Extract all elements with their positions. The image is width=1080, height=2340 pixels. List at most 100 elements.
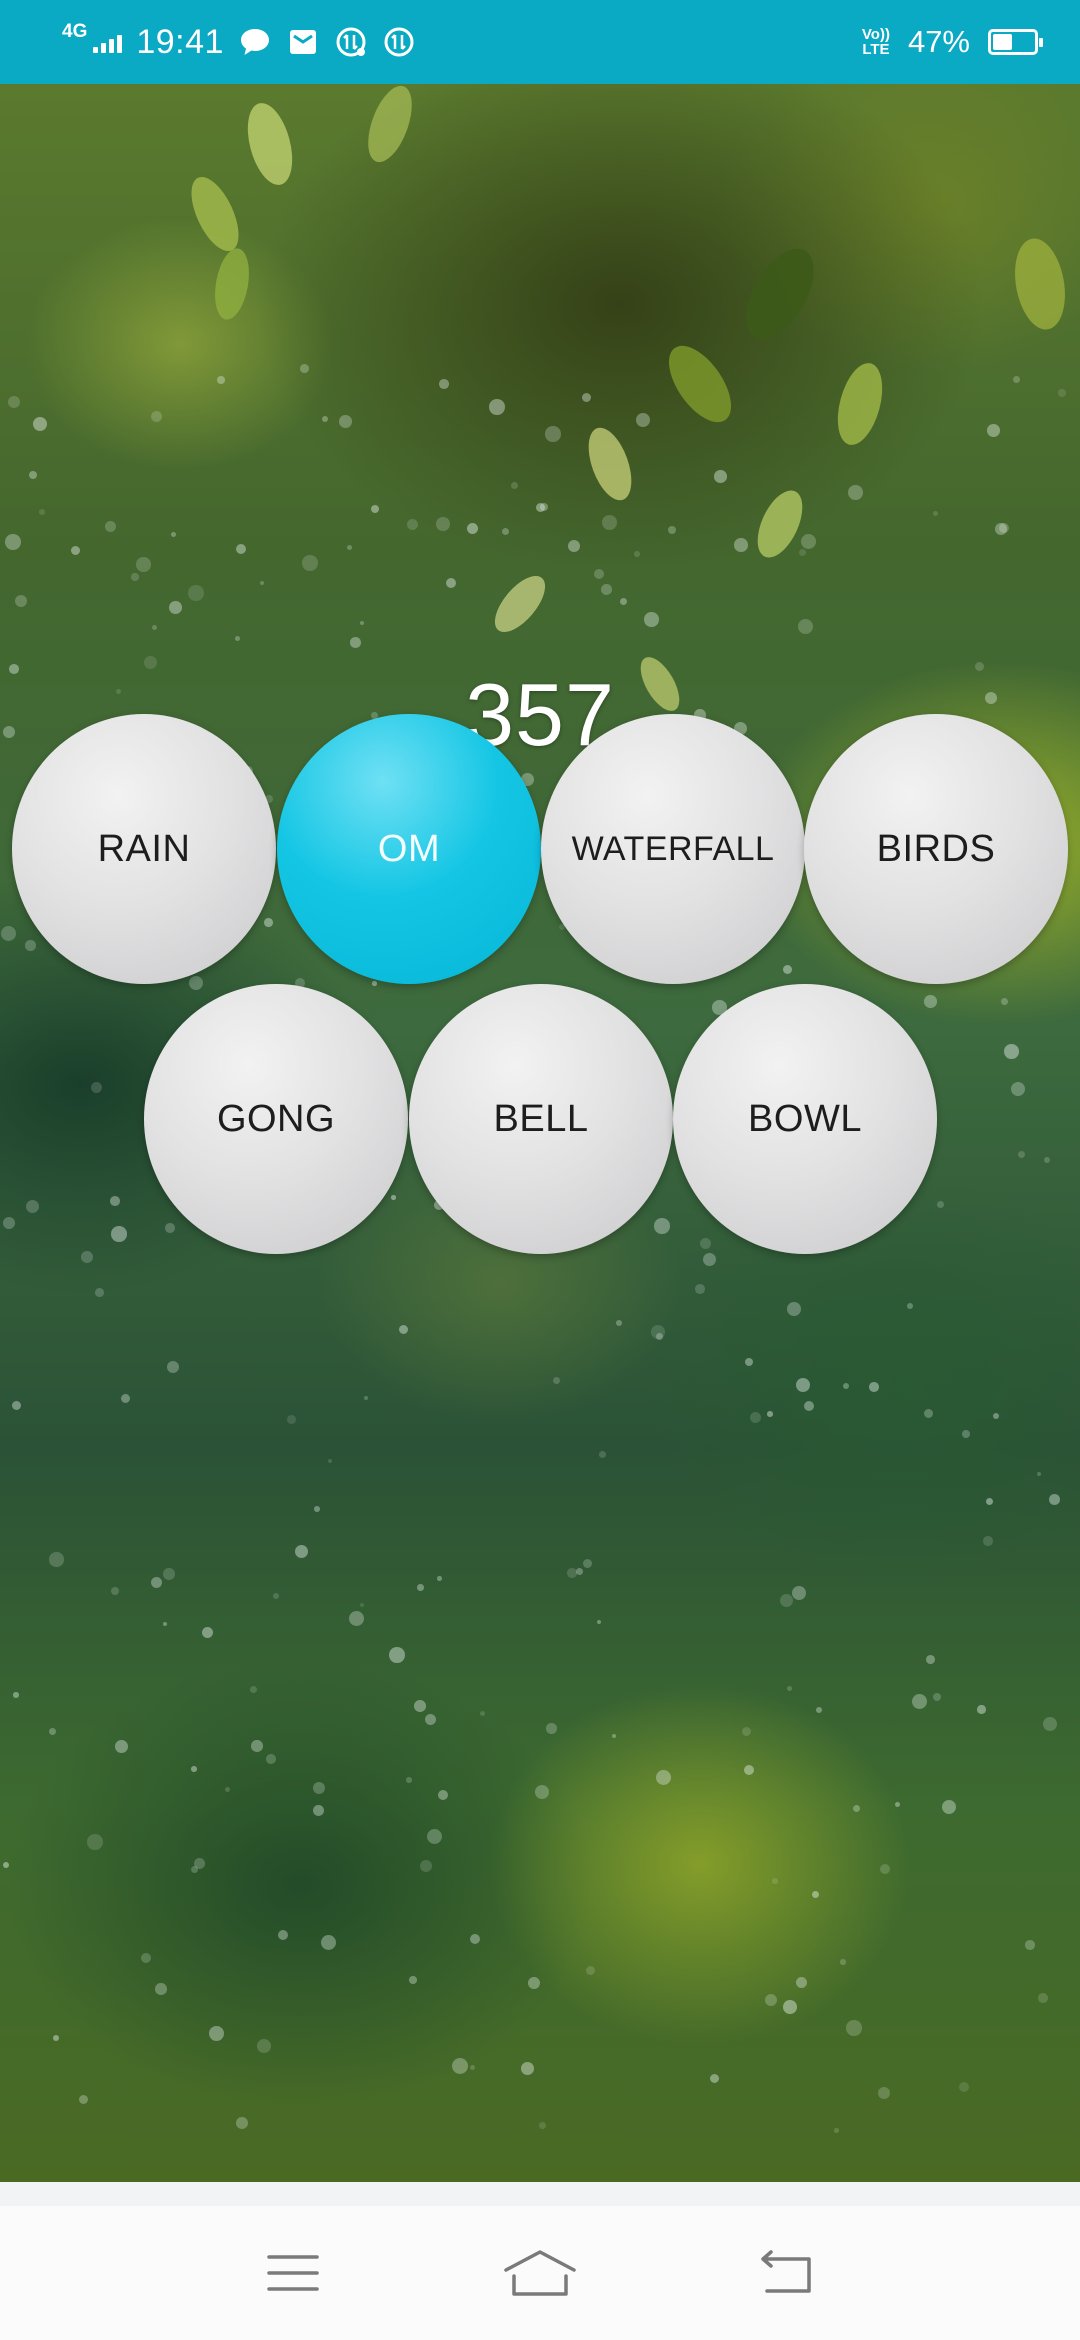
raindrop-decoration — [1049, 1494, 1060, 1505]
raindrop-decoration — [314, 1506, 320, 1512]
sound-button-label: OM — [377, 827, 441, 870]
back-icon — [760, 2250, 811, 2293]
raindrop-decoration — [79, 2095, 89, 2105]
raindrop-decoration — [553, 1377, 560, 1384]
raindrop-decoration — [489, 399, 505, 415]
raindrop-decoration — [235, 636, 240, 641]
raindrop-decoration — [111, 1587, 120, 1596]
raindrop-decoration — [266, 1754, 276, 1764]
raindrop-decoration — [528, 1977, 540, 1989]
raindrop-decoration — [3, 1862, 9, 1868]
raindrop-decoration — [264, 918, 273, 927]
raindrop-decoration — [420, 1860, 432, 1872]
raindrop-decoration — [796, 1977, 807, 1988]
mail-icon — [286, 25, 320, 59]
raindrop-decoration — [155, 1983, 167, 1995]
raindrop-decoration — [194, 1858, 205, 1869]
raindrop-decoration — [339, 415, 352, 428]
raindrop-decoration — [1038, 1993, 1048, 2003]
raindrop-decoration — [744, 1765, 754, 1775]
raindrop-decoration — [798, 619, 813, 634]
raindrop-decoration — [583, 1559, 593, 1569]
raindrop-decoration — [328, 1459, 333, 1464]
raindrop-decoration — [750, 1412, 762, 1424]
raindrop-decoration — [95, 1288, 104, 1297]
raindrop-decoration — [39, 509, 46, 516]
sound-button-label: RAIN — [97, 827, 191, 870]
raindrop-decoration — [349, 1611, 365, 1627]
raindrop-decoration — [787, 1686, 793, 1692]
sound-button-birds[interactable]: BIRDS — [804, 714, 1068, 984]
sound-button-label: BELL — [493, 1097, 589, 1140]
raindrop-decoration — [787, 1302, 801, 1316]
raindrop-decoration — [846, 2020, 862, 2036]
sound-button-rain[interactable]: RAIN — [12, 714, 276, 984]
raindrop-decoration — [878, 2087, 891, 2100]
raindrop-decoration — [188, 585, 204, 601]
raindrop-decoration — [644, 612, 659, 627]
sound-button-bell[interactable]: BELL — [409, 984, 673, 1254]
raindrop-decoration — [1011, 1082, 1026, 1097]
raindrop-decoration — [81, 1251, 93, 1263]
raindrop-decoration — [924, 1409, 934, 1419]
raindrop-decoration — [772, 1878, 778, 1884]
raindrop-decoration — [13, 1692, 19, 1698]
raindrop-decoration — [151, 1577, 163, 1589]
back-button[interactable] — [727, 2233, 847, 2313]
raindrop-decoration — [594, 569, 604, 579]
signal-strength-icon — [93, 31, 123, 53]
sound-button-label: BIRDS — [876, 827, 996, 870]
raindrop-decoration — [545, 426, 561, 442]
raindrop-decoration — [576, 1568, 583, 1575]
raindrop-decoration — [350, 637, 361, 648]
raindrop-decoration — [209, 2026, 224, 2041]
menu-button[interactable] — [233, 2233, 353, 2313]
raindrop-decoration — [136, 557, 151, 572]
raindrop-decoration — [360, 1603, 365, 1608]
raindrop-decoration — [273, 1593, 279, 1599]
raindrop-decoration — [414, 1700, 426, 1712]
raindrop-decoration — [8, 396, 20, 408]
raindrop-decoration — [907, 1303, 914, 1310]
raindrop-decoration — [780, 1594, 794, 1608]
home-button[interactable] — [480, 2233, 600, 2313]
raindrop-decoration — [1025, 1940, 1035, 1950]
raindrop-decoration — [189, 976, 203, 990]
raindrop-decoration — [49, 1728, 57, 1736]
raindrop-decoration — [616, 1320, 622, 1326]
raindrop-decoration — [217, 376, 225, 384]
sound-button-waterfall[interactable]: WATERFALL — [541, 714, 805, 984]
raindrop-decoration — [5, 534, 21, 550]
raindrop-decoration — [962, 1430, 970, 1438]
raindrop-decoration — [612, 1734, 617, 1739]
raindrop-decoration — [250, 1686, 258, 1694]
raindrop-decoration — [110, 1196, 120, 1206]
raindrop-decoration — [959, 2082, 970, 2093]
raindrop-decoration — [816, 1707, 823, 1714]
raindrop-decoration — [539, 2122, 546, 2129]
raindrop-decoration — [745, 1358, 754, 1367]
raindrop-decoration — [1044, 1157, 1051, 1164]
menu-icon — [267, 2255, 320, 2291]
raindrop-decoration — [651, 1325, 665, 1339]
raindrop-decoration — [1058, 389, 1066, 397]
raindrop-decoration — [586, 1966, 596, 1976]
raindrop-decoration — [29, 471, 37, 479]
raindrop-decoration — [942, 1800, 957, 1815]
raindrop-decoration — [895, 1802, 901, 1808]
raindrop-decoration — [710, 2074, 720, 2084]
raindrop-decoration — [714, 470, 727, 483]
raindrop-decoration — [986, 1498, 994, 1506]
raindrop-decoration — [767, 1411, 773, 1417]
raindrop-decoration — [933, 511, 938, 516]
raindrop-decoration — [783, 2000, 797, 2014]
sound-button-bowl[interactable]: BOWL — [673, 984, 937, 1254]
raindrop-decoration — [656, 1770, 672, 1786]
raindrop-decoration — [597, 1620, 602, 1625]
raindrop-decoration — [121, 1394, 131, 1404]
raindrop-decoration — [25, 940, 36, 951]
sound-button-gong[interactable]: GONG — [144, 984, 408, 1254]
raindrop-decoration — [1043, 1717, 1057, 1731]
raindrop-decoration — [438, 1790, 449, 1801]
sound-button-om[interactable]: OM — [277, 714, 541, 984]
